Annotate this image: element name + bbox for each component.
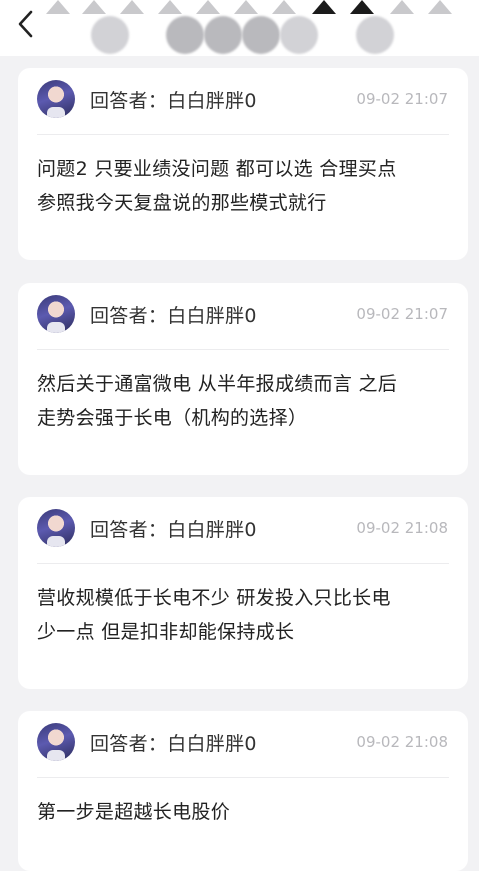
avatar[interactable]: [37, 295, 75, 333]
blurred-avatar: [204, 16, 242, 54]
answer-body: 营收规模低于长电不少 研发投入只比长电 少一点 但是扣非却能保持成长: [37, 587, 391, 643]
answer-body: 然后关于通富微电 从半年报成绩而言 之后 走势会强于长电（机构的选择）: [37, 373, 398, 429]
blurred-avatar: [242, 16, 280, 54]
divider: [37, 563, 449, 564]
avatar[interactable]: [37, 80, 75, 118]
answer-author: 回答者：白白胖胖0: [90, 305, 257, 327]
answer-author: 回答者：白白胖胖0: [90, 519, 257, 541]
answer-card[interactable]: 回答者：白白胖胖0 09-02 21:07 问题2 只要业绩没问题 都可以选 合…: [18, 68, 468, 260]
answer-body: 问题2 只要业绩没问题 都可以选 合理买点 参照我今天复盘说的那些模式就行: [37, 158, 397, 214]
answer-time: 09-02 21:08: [356, 733, 448, 751]
answer-time: 09-02 21:07: [356, 90, 448, 108]
top-bar: [0, 0, 479, 56]
answer-time: 09-02 21:08: [356, 519, 448, 537]
answer-card[interactable]: 回答者：白白胖胖0 09-02 21:07 然后关于通富微电 从半年报成绩而言 …: [18, 283, 468, 475]
blurred-avatar: [356, 16, 394, 54]
answer-time: 09-02 21:07: [356, 305, 448, 323]
divider: [37, 349, 449, 350]
blurred-avatar: [166, 16, 204, 54]
avatar[interactable]: [37, 509, 75, 547]
divider: [37, 134, 449, 135]
answer-author: 回答者：白白胖胖0: [90, 733, 257, 755]
avatar[interactable]: [37, 723, 75, 761]
answer-body: 第一步是超越长电股价: [37, 801, 231, 823]
answer-card[interactable]: 回答者：白白胖胖0 09-02 21:08 营收规模低于长电不少 研发投入只比长…: [18, 497, 468, 689]
answer-author: 回答者：白白胖胖0: [90, 90, 257, 112]
divider: [37, 777, 449, 778]
answer-card[interactable]: 回答者：白白胖胖0 09-02 21:08 第一步是超越长电股价: [18, 711, 468, 871]
decorative-banner: [40, 0, 479, 16]
chevron-left-icon: [18, 10, 33, 38]
blurred-avatar: [280, 16, 318, 54]
back-button[interactable]: [10, 6, 42, 42]
blurred-avatar: [91, 16, 129, 54]
